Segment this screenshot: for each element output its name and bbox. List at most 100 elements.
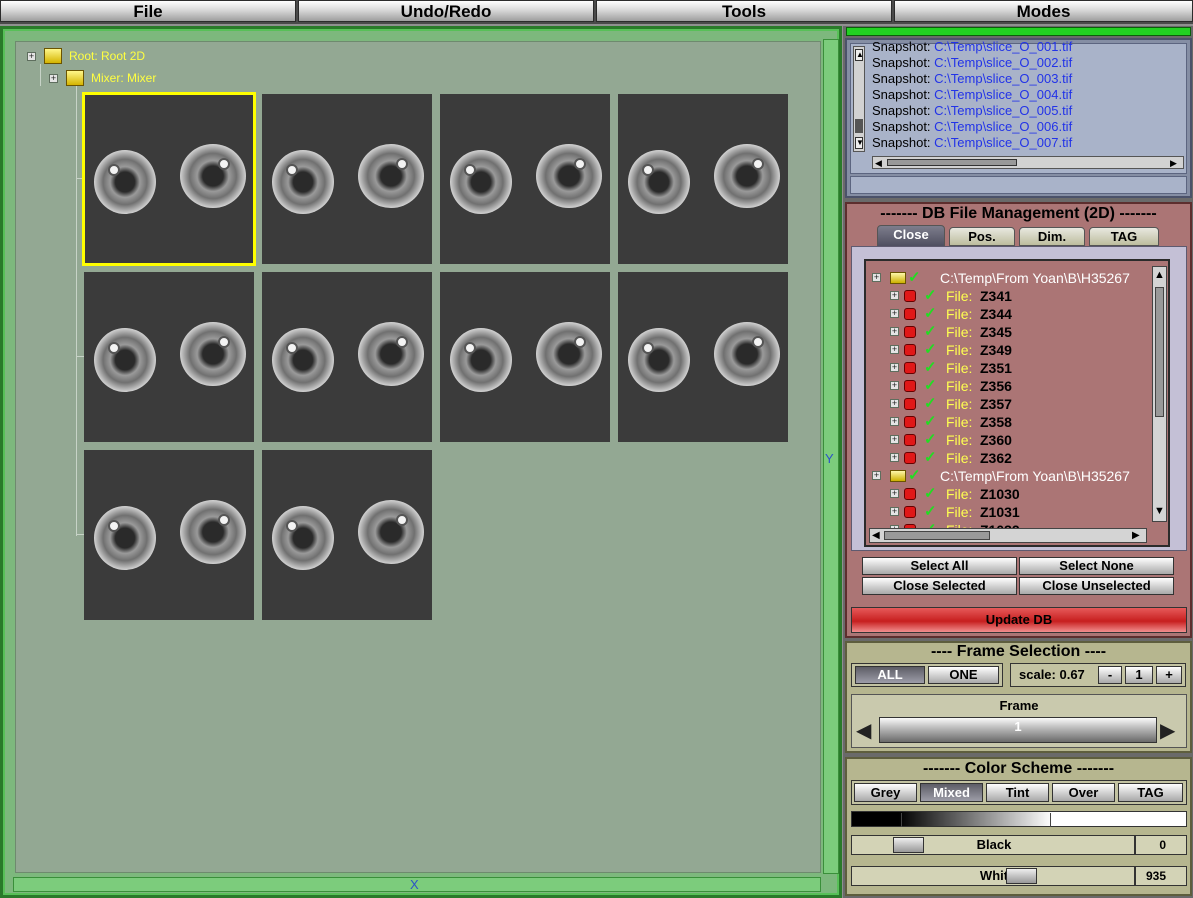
color-mode-over-button[interactable]: Over <box>1052 783 1115 802</box>
scroll-up-icon[interactable]: ▲ <box>1154 269 1165 281</box>
expand-icon[interactable]: + <box>890 381 899 390</box>
log-horizontal-scrollbar[interactable]: ◀ ▶ <box>872 156 1184 169</box>
log-entry-path[interactable]: C:\Temp\slice_O_006.tif <box>934 119 1072 134</box>
scroll-left-icon[interactable]: ◀ <box>872 530 880 541</box>
all-frames-button[interactable]: ALL <box>855 666 925 684</box>
menu-modes[interactable]: Modes <box>894 0 1193 22</box>
mri-slice-thumbnail[interactable] <box>84 272 254 442</box>
checkmark-icon[interactable]: ✓ <box>908 269 921 287</box>
white-slider[interactable]: Whit <box>851 866 1135 886</box>
expand-icon[interactable]: + <box>890 399 899 408</box>
expand-root-icon[interactable]: + <box>27 52 36 61</box>
checkmark-icon[interactable]: ✓ <box>924 485 937 503</box>
log-entry-path[interactable]: C:\Temp\slice_O_007.tif <box>934 135 1072 150</box>
vertical-scrollbar[interactable]: Y <box>823 39 839 874</box>
db-file-row[interactable]: + ✓ File: Z1031 <box>890 503 1160 521</box>
expand-icon[interactable]: + <box>890 363 899 372</box>
color-mode-grey-button[interactable]: Grey <box>854 783 917 802</box>
db-directory-row[interactable]: + ✓ C:\Temp\From Yoan\B\H35267 <box>872 467 1168 485</box>
scroll-thumb[interactable] <box>884 531 990 540</box>
expand-icon[interactable]: + <box>890 309 899 318</box>
log-entry-path[interactable]: C:\Temp\slice_O_002.tif <box>934 55 1072 70</box>
expand-icon[interactable]: + <box>890 489 899 498</box>
db-file-row[interactable]: + ✓ File: Z351 <box>890 359 1160 377</box>
black-slider[interactable]: Black <box>851 835 1135 855</box>
checkmark-icon[interactable]: ✓ <box>924 359 937 377</box>
expand-icon[interactable]: + <box>872 273 881 282</box>
black-value[interactable]: 0 <box>1135 835 1187 855</box>
expand-icon[interactable]: + <box>872 471 881 480</box>
db-file-row[interactable]: + ✓ File: Z357 <box>890 395 1160 413</box>
db-file-row[interactable]: + ✓ File: Z1030 <box>890 485 1160 503</box>
close-selected-button[interactable]: Close Selected <box>862 577 1017 595</box>
log-vertical-scrollbar[interactable]: ▲ ▼ <box>853 46 865 152</box>
menu-tools[interactable]: Tools <box>596 0 892 22</box>
scroll-right-icon[interactable]: ▶ <box>1132 530 1140 541</box>
tab-close[interactable]: Close <box>877 225 945 247</box>
checkmark-icon[interactable]: ✓ <box>924 395 937 413</box>
db-file-row[interactable]: + ✓ File: Z344 <box>890 305 1160 323</box>
scale-decrease-button[interactable]: - <box>1098 666 1122 684</box>
expand-icon[interactable]: + <box>890 507 899 516</box>
scroll-left-icon[interactable]: ◀ <box>875 158 882 169</box>
db-file-row[interactable]: + ✓ File: Z345 <box>890 323 1160 341</box>
select-all-button[interactable]: Select All <box>862 557 1017 575</box>
checkmark-icon[interactable]: ✓ <box>924 449 937 467</box>
checkmark-icon[interactable]: ✓ <box>924 341 937 359</box>
tab-dim[interactable]: Dim. <box>1019 227 1085 246</box>
tab-tag[interactable]: TAG <box>1089 227 1159 246</box>
db-vertical-scrollbar[interactable]: ▲ ▼ <box>1152 266 1167 522</box>
db-directory-row[interactable]: + ✓ C:\Temp\From Yoan\B\H35267 <box>872 269 1168 287</box>
menu-file[interactable]: File <box>0 0 296 22</box>
scroll-up-icon[interactable]: ▲ <box>855 49 864 61</box>
expand-icon[interactable]: + <box>890 327 899 336</box>
horizontal-scrollbar[interactable]: X <box>13 877 821 892</box>
db-file-row[interactable]: + ✓ File: Z360 <box>890 431 1160 449</box>
expand-icon[interactable]: + <box>890 345 899 354</box>
log-entry-path[interactable]: C:\Temp\slice_O_001.tif <box>934 39 1072 54</box>
mri-slice-thumbnail[interactable] <box>82 92 256 266</box>
frame-next-icon[interactable]: ▶ <box>1160 718 1175 743</box>
log-entry-path[interactable]: C:\Temp\slice_O_004.tif <box>934 87 1072 102</box>
db-file-tree[interactable]: + ✓ C:\Temp\From Yoan\B\H35267 + ✓ File: Z341 +… <box>864 259 1170 547</box>
mri-slice-thumbnail[interactable] <box>262 450 432 620</box>
mri-slice-thumbnail[interactable] <box>618 272 788 442</box>
checkmark-icon[interactable]: ✓ <box>924 377 937 395</box>
frame-previous-icon[interactable]: ◀ <box>856 718 871 743</box>
expand-mixer-icon[interactable]: + <box>49 74 58 83</box>
scroll-right-icon[interactable]: ▶ <box>1170 158 1177 169</box>
mri-slice-thumbnail[interactable] <box>618 94 788 264</box>
db-file-row[interactable]: + ✓ File: Z341 <box>890 287 1160 305</box>
checkmark-icon[interactable]: ✓ <box>924 503 937 521</box>
mri-slice-thumbnail[interactable] <box>262 272 432 442</box>
scroll-thumb[interactable] <box>887 159 1017 166</box>
checkmark-icon[interactable]: ✓ <box>924 305 937 323</box>
checkmark-icon[interactable]: ✓ <box>924 413 937 431</box>
db-file-row[interactable]: + ✓ File: Z356 <box>890 377 1160 395</box>
color-mode-tag-button[interactable]: TAG <box>1118 783 1183 802</box>
tab-pos[interactable]: Pos. <box>949 227 1015 246</box>
db-file-row[interactable]: + ✓ File: Z349 <box>890 341 1160 359</box>
db-file-row[interactable]: + ✓ File: Z362 <box>890 449 1160 467</box>
scroll-down-icon[interactable]: ▼ <box>855 137 864 149</box>
menu-undo-redo[interactable]: Undo/Redo <box>298 0 594 22</box>
expand-icon[interactable]: + <box>890 453 899 462</box>
mri-slice-thumbnail[interactable] <box>440 272 610 442</box>
one-frame-button[interactable]: ONE <box>928 666 999 684</box>
select-none-button[interactable]: Select None <box>1019 557 1174 575</box>
scale-increase-button[interactable]: + <box>1156 666 1182 684</box>
tree-mixer-label[interactable]: Mixer: Mixer <box>91 71 156 85</box>
color-mode-tint-button[interactable]: Tint <box>986 783 1049 802</box>
scroll-thumb[interactable] <box>1155 287 1164 417</box>
tree-root-label[interactable]: Root: Root 2D <box>69 49 145 63</box>
expand-icon[interactable]: + <box>890 291 899 300</box>
close-unselected-button[interactable]: Close Unselected <box>1019 577 1174 595</box>
image-canvas[interactable]: + Root: Root 2D + Mixer: Mixer <box>15 41 821 873</box>
update-db-button[interactable]: Update DB <box>851 607 1187 633</box>
mri-slice-thumbnail[interactable] <box>262 94 432 264</box>
checkmark-icon[interactable]: ✓ <box>908 467 921 485</box>
expand-icon[interactable]: + <box>890 435 899 444</box>
white-value[interactable]: 935 <box>1135 866 1187 886</box>
db-horizontal-scrollbar[interactable]: ◀ ▶ <box>869 528 1147 543</box>
log-entry-path[interactable]: C:\Temp\slice_O_003.tif <box>934 71 1072 86</box>
